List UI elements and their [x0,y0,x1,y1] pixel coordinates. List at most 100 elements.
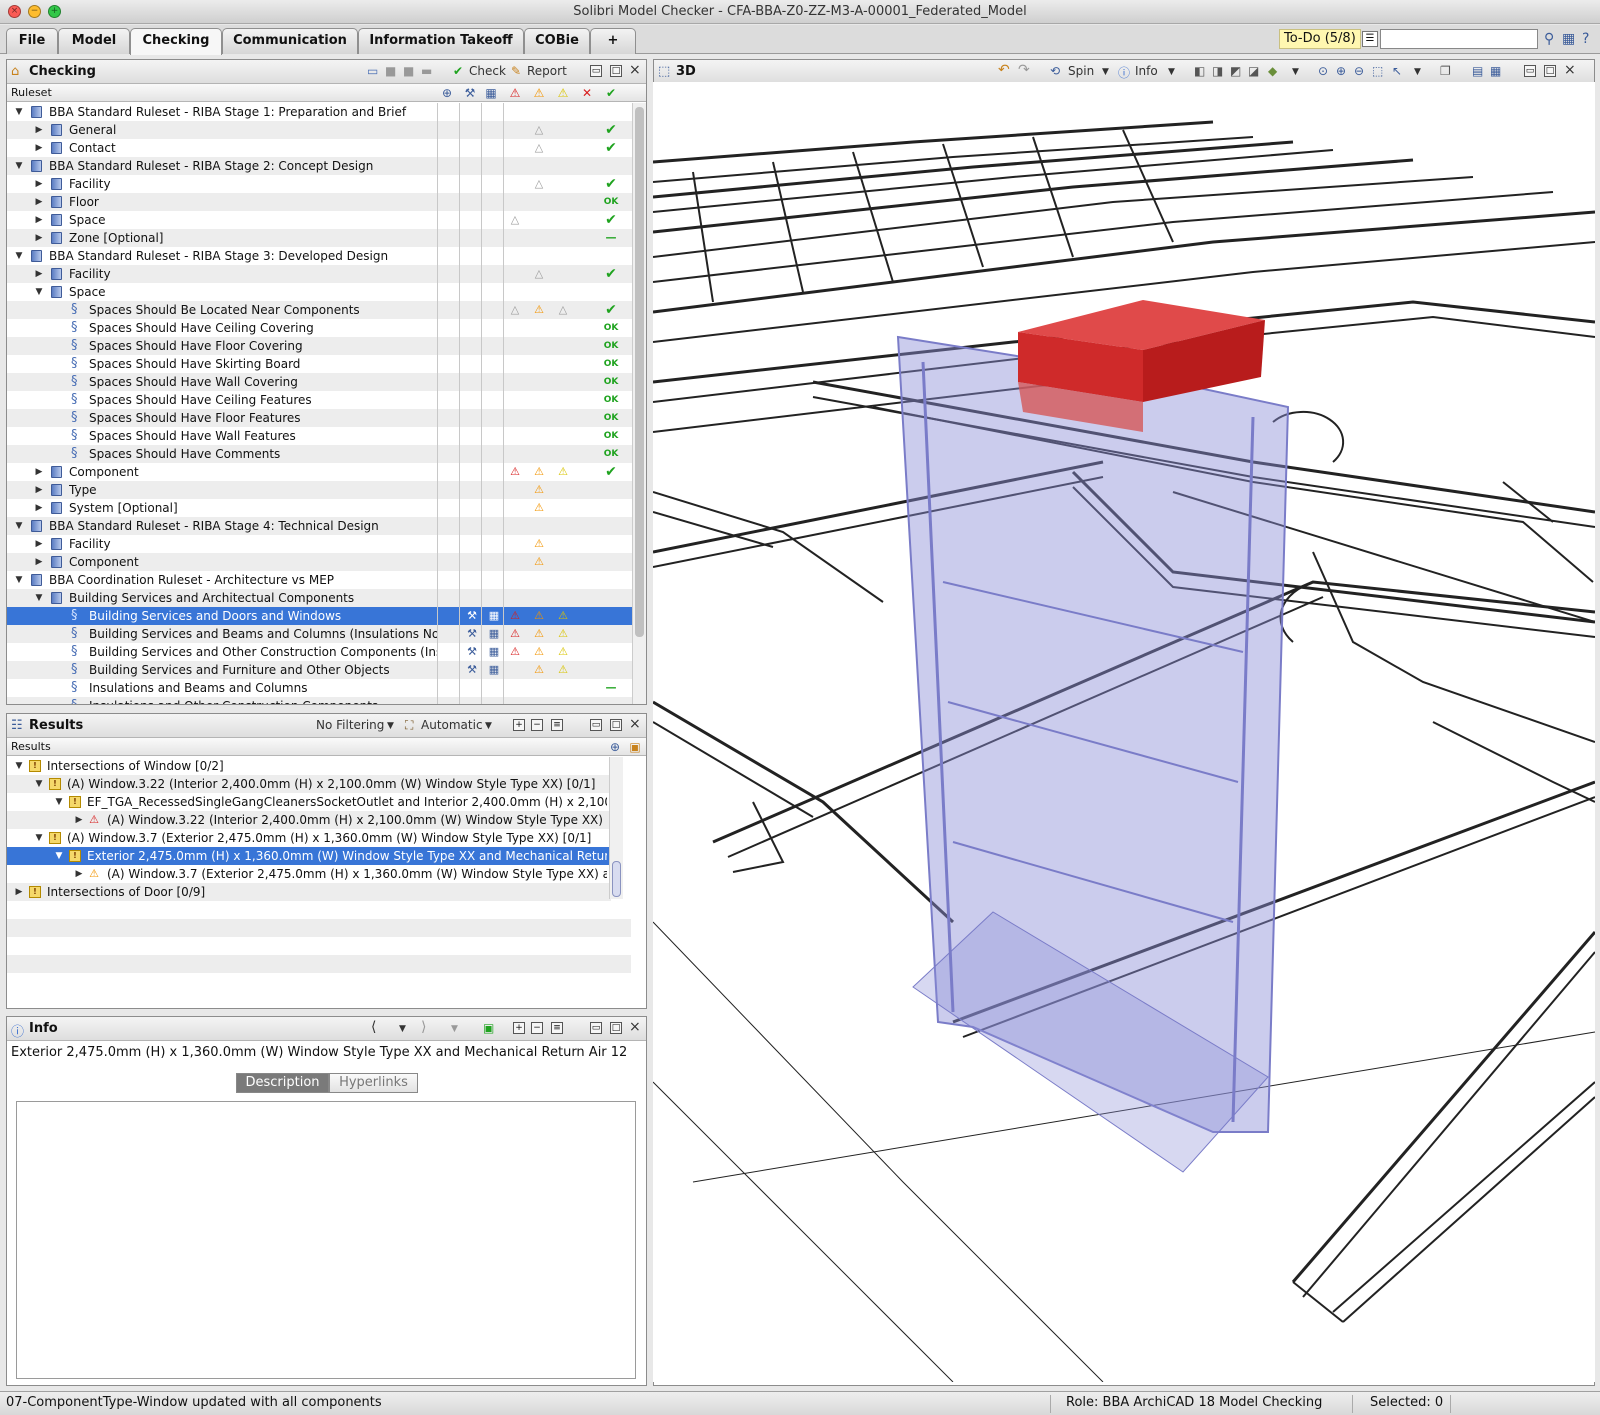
ruleset-row[interactable]: § Spaces Should Have Ceiling Features OK [7,391,632,409]
ruleset-row[interactable]: § Spaces Should Have Wall Covering OK [7,373,632,391]
ruleset-row[interactable]: § Insulations and Other Construction Comp… [7,697,632,704]
ruleset-row[interactable]: ▶ Facility △ ✔ [7,265,632,283]
collapse-triangle-icon[interactable]: ▼ [53,847,65,865]
results-globe-icon[interactable]: ⊕ [607,740,623,754]
info-list-icon[interactable]: ≡ [551,1022,563,1034]
ruleset-row[interactable]: ▶ Floor OK [7,193,632,211]
results-lock-icon[interactable]: ▣ [627,740,643,754]
folder-icon[interactable]: ▬ [421,64,432,78]
tab-model[interactable]: Model [58,28,130,54]
table-column-icon[interactable]: ▦ [483,86,499,100]
expand-triangle-icon[interactable]: ▶ [33,499,45,517]
collapse-triangle-icon[interactable]: ▼ [33,589,45,607]
ruleset-row[interactable]: § Building Services and Doors and Windows… [7,607,632,625]
spin-button[interactable]: Spin [1068,64,1094,78]
expand-triangle-icon[interactable]: ▶ [33,553,45,571]
spin-chevron-down-icon[interactable]: ▼ [1102,67,1109,77]
table-icon[interactable]: ▦ [485,607,503,625]
view3d-minimize-icon[interactable]: ▭ [1524,65,1536,77]
ruleset-row[interactable]: § Building Services and Beams and Columns… [7,625,632,643]
collapse-triangle-icon[interactable]: ▼ [33,775,45,793]
report-button[interactable]: Report [527,64,567,78]
tab-description[interactable]: Description [236,1073,329,1093]
info-collapse-icon[interactable]: − [531,1022,543,1034]
todo-button[interactable]: To-Do (5/8) [1279,29,1361,49]
automatic-icon[interactable]: ⛶ [405,718,413,733]
ruleset-row[interactable]: § Spaces Should Be Located Near Component… [7,301,632,319]
ruleset-row[interactable]: § Spaces Should Have Floor Covering OK [7,337,632,355]
expand-triangle-icon[interactable]: ▶ [33,535,45,553]
expand-triangle-icon[interactable]: ▶ [33,229,45,247]
ruleset-row[interactable]: ▼ BBA Standard Ruleset - RIBA Stage 1: Pr… [7,103,632,121]
expand-triangle-icon[interactable]: ▶ [33,211,45,229]
results-tree[interactable]: ▼! Intersections of Window [0/2] ▼! (A) Win… [7,757,631,1008]
layout-icon[interactable]: ▦ [1562,31,1575,47]
automatic-dropdown[interactable]: Automatic [421,718,483,732]
ruleset-row[interactable]: ▶ Component ⚠ [7,553,632,571]
ruleset-row[interactable]: § Spaces Should Have Skirting Board OK [7,355,632,373]
tab-communication[interactable]: Communication [222,28,358,54]
ruleset-row[interactable]: § Spaces Should Have Floor Features OK [7,409,632,427]
view3d-close-icon[interactable]: × [1564,62,1576,78]
ruleset-row[interactable]: ▶ Zone [Optional] — [7,229,632,247]
info-maximize-icon[interactable]: □ [610,1022,622,1034]
close-window-icon[interactable]: × [8,5,21,18]
parameters-column-icon[interactable]: ⚒ [462,86,478,100]
binoculars-icon[interactable]: ⚲ [1544,31,1554,47]
ruleset-row[interactable]: ▶ Space △ ✔ [7,211,632,229]
select-tool-icon[interactable]: ↖ [1392,64,1402,78]
table-icon[interactable]: ▦ [485,643,503,661]
parameters-icon[interactable]: ⚒ [463,643,481,661]
zoom-in-icon[interactable]: ⊕ [1336,64,1346,78]
collapse-triangle-icon[interactable]: ▼ [13,757,25,775]
passed-column-icon[interactable]: ✔ [603,86,619,100]
zoom-fit-icon[interactable]: ⊙ [1318,64,1328,78]
tab-file[interactable]: File [6,28,58,54]
expand-triangle-icon[interactable]: ▶ [13,883,25,901]
tab-information-takeoff[interactable]: Information Takeoff [358,28,524,54]
grid-icon[interactable]: ▦ [1490,64,1501,78]
ruleset-row[interactable]: ▶ Facility △ ✔ [7,175,632,193]
filter-dropdown[interactable]: No Filtering [316,718,384,732]
info-close-icon[interactable]: × [629,1019,641,1035]
minor-column-icon[interactable]: ⚠ [555,86,571,100]
zoom-window-icon[interactable]: ⬚ [1372,64,1383,78]
close-ruleset-icon[interactable]: ■ [403,64,414,78]
ruleset-row[interactable]: ▶ Type ⚠ [7,481,632,499]
critical-column-icon[interactable]: ⚠ [507,86,523,100]
expand-triangle-icon[interactable]: ▶ [33,463,45,481]
expand-triangle-icon[interactable]: ▶ [73,865,85,883]
top-view-icon[interactable]: ◨ [1212,64,1223,78]
collapse-triangle-icon[interactable]: ▼ [13,517,25,535]
ruleset-row[interactable]: ▼ BBA Standard Ruleset - RIBA Stage 4: Te… [7,517,632,535]
ruleset-row[interactable]: § Spaces Should Have Wall Features OK [7,427,632,445]
minimize-window-icon[interactable]: − [28,5,41,18]
ruleset-row[interactable]: ▼ Building Services and Architectual Comp… [7,589,632,607]
tool-chevron-down-icon[interactable]: ▼ [1414,67,1421,77]
results-maximize-icon[interactable]: □ [610,719,622,731]
parameters-icon[interactable]: ⚒ [463,625,481,643]
ruleset-tree[interactable]: ▼ BBA Standard Ruleset - RIBA Stage 1: Pr… [7,103,632,704]
result-row[interactable]: ▶! Intersections of Door [0/9] [7,883,611,901]
info-chevron-down-icon[interactable]: ▼ [1168,67,1175,77]
collapse-triangle-icon[interactable]: ▼ [13,157,25,175]
result-row[interactable]: ▼! EF_TGA_RecessedSingleGangCleanersSocke… [7,793,611,811]
maximize-panel-icon[interactable]: □ [610,65,622,77]
close-panel-icon[interactable]: × [629,62,641,78]
shaded-view-icon[interactable]: ◆ [1268,64,1277,78]
tab-hyperlinks[interactable]: Hyperlinks [329,1073,418,1093]
undo-icon[interactable]: ↶ [998,62,1010,78]
automatic-chevron-down-icon[interactable]: ▼ [485,721,492,731]
ruleset-row[interactable]: § Building Services and Furniture and Oth… [7,661,632,679]
filter-chevron-down-icon[interactable]: ▼ [387,721,394,731]
collapse-triangle-icon[interactable]: ▼ [33,829,45,847]
collapse-triangle-icon[interactable]: ▼ [33,283,45,301]
view-info-button[interactable]: Info [1135,64,1158,78]
globe-column-icon[interactable]: ⊕ [439,86,455,100]
results-scrollbar[interactable] [609,757,623,899]
expand-triangle-icon[interactable]: ▶ [33,121,45,139]
box-view-icon[interactable]: ◧ [1194,64,1205,78]
isolate-icon[interactable]: ❐ [1440,64,1451,78]
info-expand-icon[interactable]: + [513,1022,525,1034]
description-textarea[interactable] [16,1101,636,1379]
